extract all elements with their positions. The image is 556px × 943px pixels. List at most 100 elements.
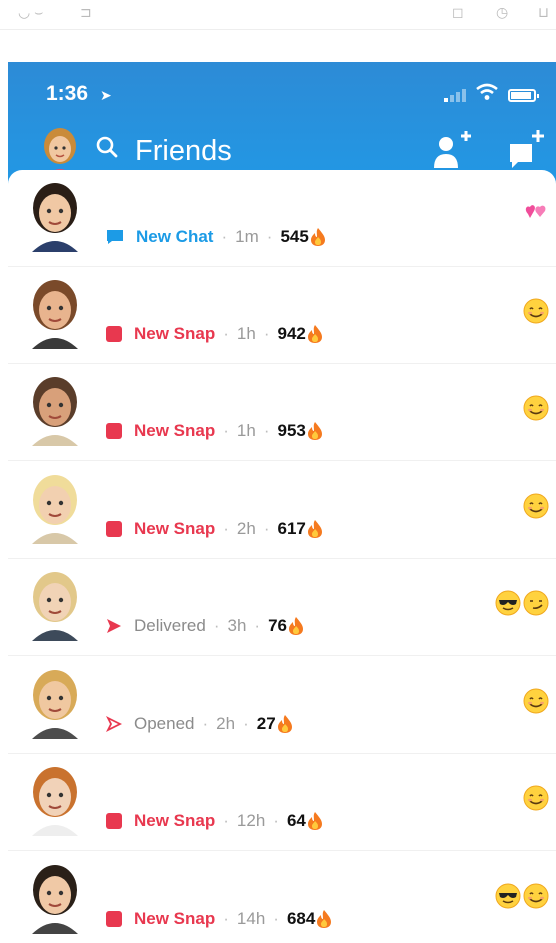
friend-row[interactable]: New Snap · 14h · 684 xyxy=(8,852,556,943)
friend-emoji-badges xyxy=(494,882,550,910)
battery-icon xyxy=(508,89,539,102)
time-ago: 3h xyxy=(227,616,247,635)
separator-dot: · xyxy=(263,519,270,538)
friend-status-line: New Snap · 2h · 617 xyxy=(106,518,323,540)
friend-status-line: Delivered · 3h · 76 xyxy=(106,615,304,637)
friend-status-line: New Snap · 14h · 684 xyxy=(106,908,332,930)
friend-row[interactable]: Opened · 2h · 27 xyxy=(8,657,556,754)
friend-row[interactable]: New Snap · 2h · 617 xyxy=(8,462,556,559)
separator-dot: · xyxy=(243,714,249,733)
separator-dot: · xyxy=(254,616,261,635)
page-title[interactable]: Friends xyxy=(135,135,232,168)
status-label: New Snap xyxy=(134,421,216,440)
friend-row[interactable]: New Chat · 1m · 545 xyxy=(8,170,556,267)
share-icon: ⊔ xyxy=(538,4,549,20)
friend-emoji-badges xyxy=(522,687,550,715)
streak-fire-icon xyxy=(307,422,322,440)
separator-dot: · xyxy=(223,324,229,343)
streak-count: 684 xyxy=(286,909,316,928)
status-time: 1:36 xyxy=(46,82,89,105)
status-label: New Snap xyxy=(134,909,216,928)
delivered-arrow-icon xyxy=(107,619,121,633)
bookmark-icon: ◻ xyxy=(452,4,464,20)
status-label: Delivered xyxy=(134,616,206,635)
separator-dot: · xyxy=(223,909,229,928)
status-bar: 1:36 ➤ xyxy=(8,80,556,110)
separator-dot: · xyxy=(273,909,279,928)
friend-bitmoji-avatar[interactable] xyxy=(22,275,88,349)
two-hearts-emoji-icon xyxy=(525,205,546,218)
profile-bitmoji-avatar[interactable] xyxy=(38,126,82,176)
status-label: New Snap xyxy=(134,811,216,830)
time-ago: 12h xyxy=(236,811,266,830)
smirking-face-emoji-icon xyxy=(523,590,549,616)
friend-bitmoji-avatar[interactable] xyxy=(22,567,88,641)
new-chat-icon[interactable] xyxy=(508,130,548,170)
history-icon: ◷ xyxy=(496,4,509,20)
streak-fire-icon xyxy=(307,325,322,343)
separator-dot: · xyxy=(213,616,220,635)
streak-fire-icon xyxy=(289,617,303,635)
add-friend-icon[interactable] xyxy=(430,130,472,170)
friend-status-line: New Chat · 1m · 545 xyxy=(106,226,326,248)
browser-icon-left: ◡ ⌣ xyxy=(18,4,44,20)
streak-count: 545 xyxy=(280,227,309,246)
friend-emoji-badges xyxy=(522,200,550,228)
friend-row[interactable]: Delivered · 3h · 76 xyxy=(8,559,556,656)
streak-fire-icon xyxy=(310,228,325,246)
location-arrow-icon: ➤ xyxy=(100,87,112,103)
smiling-face-emoji-icon xyxy=(523,883,549,909)
browser-icon-tab: ⊐ xyxy=(80,4,92,20)
time-ago: 14h xyxy=(236,909,266,928)
friend-emoji-badges xyxy=(522,492,550,520)
cellular-signal-icon xyxy=(444,88,466,102)
streak-count: 27 xyxy=(256,714,276,733)
time-ago: 1m xyxy=(235,227,259,246)
friend-bitmoji-avatar[interactable] xyxy=(22,762,88,836)
friend-bitmoji-avatar[interactable] xyxy=(22,178,88,252)
friend-emoji-badges xyxy=(494,589,550,617)
new-chat-status-icon xyxy=(107,230,123,244)
smiling-face-emoji-icon xyxy=(523,785,549,811)
separator-dot: · xyxy=(223,811,229,830)
friend-emoji-badges xyxy=(522,394,550,422)
friends-list: New Chat · 1m · 545 New Snap · 1h · 942 New Snap · 1… xyxy=(8,170,556,943)
phone-screen: 1:36 ➤ Friends New Chat · 1m · 545 New S… xyxy=(8,62,556,943)
friend-bitmoji-avatar[interactable] xyxy=(22,372,88,446)
separator-dot: · xyxy=(223,519,229,538)
status-label: New Snap xyxy=(134,519,216,538)
separator-dot: · xyxy=(263,421,270,440)
separator-dot: · xyxy=(223,421,229,440)
friend-row[interactable]: New Snap · 1h · 953 xyxy=(8,364,556,461)
time-ago: 2h xyxy=(216,714,236,733)
friend-bitmoji-avatar[interactable] xyxy=(22,470,88,544)
streak-count: 942 xyxy=(277,324,306,343)
separator-dot: · xyxy=(221,227,228,246)
friend-bitmoji-avatar[interactable] xyxy=(22,860,88,934)
separator-dot: · xyxy=(273,811,279,830)
new-snap-status-icon xyxy=(106,326,122,342)
smiling-face-emoji-icon xyxy=(523,688,549,714)
separator-dot: · xyxy=(266,227,273,246)
search-icon[interactable] xyxy=(96,136,118,158)
streak-fire-icon xyxy=(307,520,322,538)
new-snap-status-icon xyxy=(106,423,122,439)
smiling-face-emoji-icon xyxy=(523,298,549,324)
new-snap-status-icon xyxy=(106,521,122,537)
streak-count: 953 xyxy=(277,421,306,440)
browser-chrome-strip: ◡ ⌣ ⊐ ◻ ◷ ⊔ xyxy=(0,0,556,30)
streak-count: 64 xyxy=(286,811,306,830)
sunglasses-emoji-icon xyxy=(495,590,521,616)
friend-row[interactable]: New Snap · 1h · 942 xyxy=(8,267,556,364)
friend-status-line: New Snap · 1h · 953 xyxy=(106,420,323,442)
status-label: New Snap xyxy=(134,324,216,343)
streak-count: 617 xyxy=(277,519,306,538)
sunglasses-emoji-icon xyxy=(495,883,521,909)
streak-count: 76 xyxy=(268,616,287,635)
new-snap-status-icon xyxy=(106,911,122,927)
friend-row[interactable]: New Snap · 12h · 64 xyxy=(8,754,556,851)
wifi-icon xyxy=(476,83,498,100)
friend-status-line: New Snap · 1h · 942 xyxy=(106,323,323,345)
status-label: Opened xyxy=(134,714,195,733)
friend-bitmoji-avatar[interactable] xyxy=(22,665,88,739)
